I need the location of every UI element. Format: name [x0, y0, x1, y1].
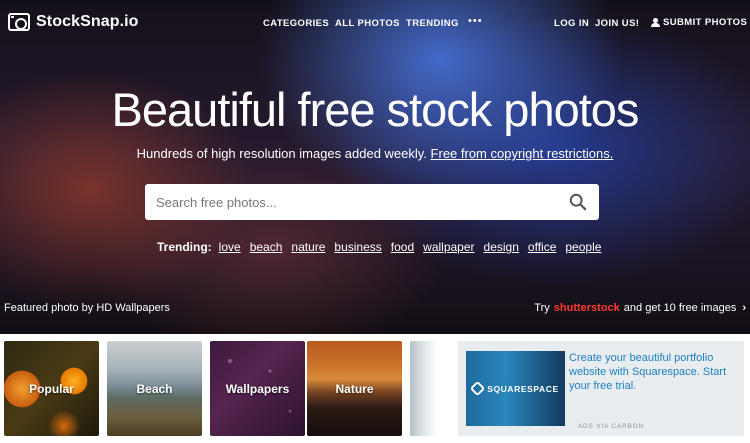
- top-nav: StockSnap.io CATEGORIES ALL PHOTOS TREND…: [0, 0, 750, 46]
- category-partial-tile[interactable]: [410, 341, 438, 436]
- category-label: Popular: [29, 381, 74, 396]
- hero-section: StockSnap.io CATEGORIES ALL PHOTOS TREND…: [0, 0, 750, 334]
- logo[interactable]: StockSnap.io: [8, 13, 139, 31]
- featured-prefix: Featured photo by: [4, 302, 94, 314]
- search-icon[interactable]: [569, 193, 587, 211]
- tag-design[interactable]: design: [484, 240, 519, 254]
- tag-beach[interactable]: beach: [250, 240, 283, 254]
- search-bar: [145, 184, 599, 220]
- ad-brand: SQUARESPACE: [487, 383, 559, 394]
- nav-join[interactable]: JOIN US!: [595, 18, 639, 29]
- tag-nature[interactable]: nature: [291, 240, 325, 254]
- tag-wallpaper[interactable]: wallpaper: [423, 240, 474, 254]
- search-input[interactable]: [145, 184, 555, 220]
- category-label: Beach: [136, 381, 173, 396]
- featured-photo-credit: Featured photo by HD Wallpapers: [4, 302, 170, 314]
- carbon-ad[interactable]: SQUARESPACE Create your beautiful portfo…: [458, 341, 744, 436]
- hero-subline: Hundreds of high resolution images added…: [0, 146, 750, 161]
- category-label: Wallpapers: [225, 381, 290, 396]
- submit-photos-label: SUBMIT PHOTOS: [663, 17, 748, 28]
- hero-headline: Beautiful free stock photos: [111, 83, 640, 136]
- chevron-right-icon: ›: [742, 302, 746, 314]
- logo-text: StockSnap.io: [36, 13, 139, 30]
- ad-copy-link[interactable]: Create your beautiful portfolio website …: [569, 351, 741, 393]
- tag-food[interactable]: food: [391, 240, 414, 254]
- copyright-link[interactable]: Free from copyright restrictions.: [431, 146, 614, 161]
- category-wallpapers[interactable]: Wallpapers: [210, 341, 305, 436]
- nav-all-photos[interactable]: ALL PHOTOS: [335, 18, 400, 29]
- submit-photos-button[interactable]: SUBMIT PHOTOS: [651, 17, 747, 28]
- nav-categories[interactable]: CATEGORIES: [263, 18, 329, 29]
- category-popular[interactable]: Popular: [4, 341, 99, 436]
- category-strip: Popular Beach Wallpapers Nature SQUARESP…: [0, 334, 750, 443]
- tag-people[interactable]: people: [565, 240, 601, 254]
- ads-via-carbon[interactable]: ADS VIA CARBON: [578, 423, 644, 430]
- shutterstock-promo-link[interactable]: Try shutterstock and get 10 free images …: [534, 302, 746, 314]
- trending-tags: Trending: love beach nature business foo…: [157, 240, 610, 254]
- promo-prefix: Try: [534, 302, 550, 314]
- nav-login[interactable]: LOG IN: [554, 18, 589, 29]
- more-menu-icon[interactable]: •••: [468, 15, 483, 27]
- category-nature[interactable]: Nature: [307, 341, 402, 436]
- squarespace-icon: [469, 380, 486, 397]
- ad-image[interactable]: SQUARESPACE: [466, 351, 565, 426]
- featured-author-link[interactable]: HD Wallpapers: [96, 302, 170, 314]
- trending-label: Trending:: [157, 240, 212, 254]
- promo-suffix: and get 10 free images: [623, 302, 737, 314]
- squarespace-logo: SQUARESPACE: [469, 380, 559, 397]
- tag-love[interactable]: love: [219, 240, 241, 254]
- nav-trending[interactable]: TRENDING: [406, 18, 459, 29]
- tag-business[interactable]: business: [334, 240, 381, 254]
- shutterstock-logo: shutterstock: [553, 302, 620, 314]
- camera-logo-icon: [8, 13, 30, 31]
- category-label: Nature: [335, 381, 374, 396]
- category-beach[interactable]: Beach: [107, 341, 202, 436]
- tag-office[interactable]: office: [528, 240, 556, 254]
- user-icon: [651, 17, 660, 28]
- hero-subline-text: Hundreds of high resolution images added…: [136, 146, 427, 161]
